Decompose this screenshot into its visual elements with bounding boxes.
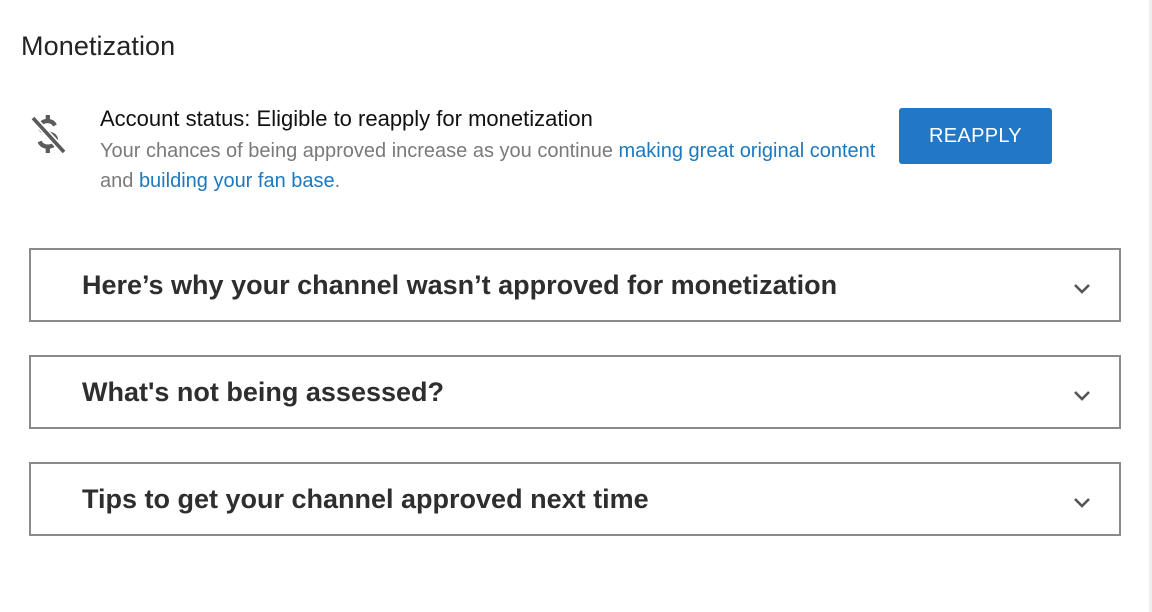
- page-title: Monetization: [21, 31, 176, 61]
- panel-title: Here’s why your channel wasn’t approved …: [82, 270, 838, 300]
- reapply-button[interactable]: REAPPLY: [899, 108, 1052, 164]
- status-desc-prefix: Your chances of being approved increase …: [100, 140, 619, 162]
- chevron-down-icon[interactable]: [1071, 277, 1093, 299]
- chevron-down-icon[interactable]: [1071, 384, 1093, 406]
- panel-title: What's not being assessed?: [82, 377, 444, 407]
- status-desc-suffix: .: [334, 170, 341, 192]
- making-great-original-content-link[interactable]: making great original content: [619, 140, 876, 162]
- panel-title: Tips to get your channel approved next t…: [82, 484, 649, 514]
- money-off-icon: [24, 110, 72, 158]
- account-status-section: Account status: Eligible to reapply for …: [24, 104, 1064, 204]
- status-desc-middle: and: [100, 170, 139, 192]
- panel-tips[interactable]: Tips to get your channel approved next t…: [29, 462, 1121, 536]
- panel-not-assessed[interactable]: What's not being assessed?: [29, 355, 1121, 429]
- status-text-block: Account status: Eligible to reapply for …: [100, 104, 890, 196]
- account-status-heading: Account status: Eligible to reapply for …: [100, 106, 593, 131]
- chevron-down-icon[interactable]: [1071, 491, 1093, 513]
- building-your-fan-base-link[interactable]: building your fan base: [139, 170, 335, 192]
- panel-why-not-approved[interactable]: Here’s why your channel wasn’t approved …: [29, 248, 1121, 322]
- account-status-description: Your chances of being approved increase …: [100, 136, 890, 196]
